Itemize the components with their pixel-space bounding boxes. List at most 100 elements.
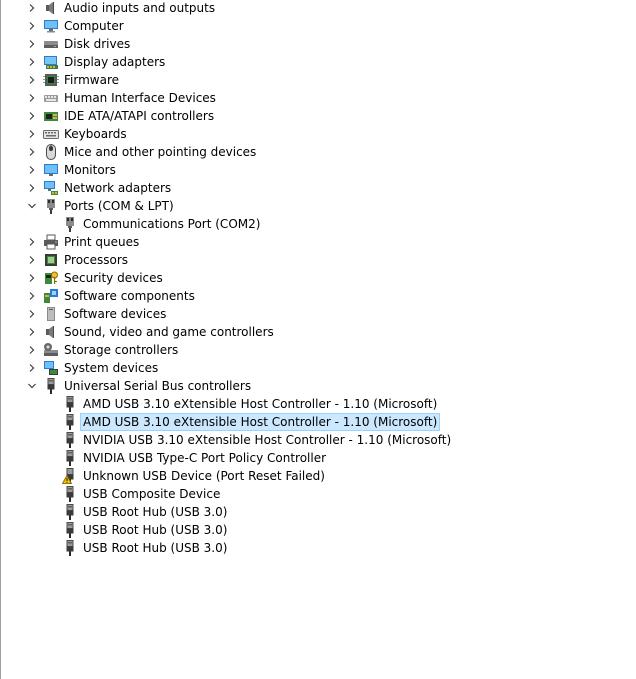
device-tree[interactable]: Audio inputs and outputs Computer Disk dri… xyxy=(0,0,636,557)
tree-device-item[interactable]: AMD USB 3.10 eXtensible Host Controller … xyxy=(0,395,636,413)
tree-category-label[interactable]: Universal Serial Bus controllers xyxy=(62,377,253,395)
tree-device-item[interactable]: AMD USB 3.10 eXtensible Host Controller … xyxy=(0,413,636,431)
tree-device-label[interactable]: USB Composite Device xyxy=(81,485,222,503)
chevron-right-icon[interactable] xyxy=(24,251,40,269)
tree-category-display-adapters[interactable]: Display adapters xyxy=(0,53,636,71)
port-icon xyxy=(43,198,59,214)
tree-category-label[interactable]: System devices xyxy=(62,359,160,377)
tree-category-software-devices[interactable]: Software devices xyxy=(0,305,636,323)
tree-category-network-adapters[interactable]: Network adapters xyxy=(0,179,636,197)
tree-device-label[interactable]: AMD USB 3.10 eXtensible Host Controller … xyxy=(79,413,441,431)
tree-category-print-queues[interactable]: Print queues xyxy=(0,233,636,251)
chevron-right-icon[interactable] xyxy=(24,287,40,305)
usb-icon xyxy=(62,432,78,448)
chevron-right-icon[interactable] xyxy=(24,143,40,161)
chevron-right-icon[interactable] xyxy=(24,17,40,35)
tree-category-label[interactable]: Storage controllers xyxy=(62,341,180,359)
tree-device-item[interactable]: NVIDIA USB 3.10 eXtensible Host Controll… xyxy=(0,431,636,449)
tree-category-universal-serial-bus-controllers[interactable]: Universal Serial Bus controllers xyxy=(0,377,636,395)
tree-device-label[interactable]: AMD USB 3.10 eXtensible Host Controller … xyxy=(81,395,439,413)
tree-category-label[interactable]: IDE ATA/ATAPI controllers xyxy=(62,107,216,125)
tree-category-computer[interactable]: Computer xyxy=(0,17,636,35)
ide-controller-icon xyxy=(43,108,59,124)
chevron-right-icon[interactable] xyxy=(24,179,40,197)
tree-category-label[interactable]: Firmware xyxy=(62,71,121,89)
tree-category-label[interactable]: Print queues xyxy=(62,233,141,251)
tree-category-label[interactable]: Mice and other pointing devices xyxy=(62,143,258,161)
tree-device-item[interactable]: USB Composite Device xyxy=(0,485,636,503)
chevron-right-icon[interactable] xyxy=(24,305,40,323)
tree-category-system-devices[interactable]: System devices xyxy=(0,359,636,377)
tree-category-label[interactable]: Security devices xyxy=(62,269,165,287)
tree-category-label[interactable]: Network adapters xyxy=(62,179,173,197)
tree-category-ports-com-lpt[interactable]: Ports (COM & LPT) xyxy=(0,197,636,215)
chevron-right-icon[interactable] xyxy=(24,323,40,341)
device-manager-tree-pane: Audio inputs and outputs Computer Disk dri… xyxy=(0,0,636,679)
software-device-icon xyxy=(43,306,59,322)
tree-device-item[interactable]: USB Root Hub (USB 3.0) xyxy=(0,503,636,521)
tree-category-audio-inputs-and-outputs[interactable]: Audio inputs and outputs xyxy=(0,0,636,17)
usb-icon xyxy=(62,450,78,466)
chevron-right-icon[interactable] xyxy=(24,359,40,377)
tree-device-item[interactable]: USB Root Hub (USB 3.0) xyxy=(0,539,636,557)
tree-category-security-devices[interactable]: Security devices xyxy=(0,269,636,287)
tree-device-label[interactable]: Communications Port (COM2) xyxy=(81,215,262,233)
usb-icon xyxy=(62,486,78,502)
tree-category-label[interactable]: Software devices xyxy=(62,305,168,323)
tree-device-item[interactable]: Communications Port (COM2) xyxy=(0,215,636,233)
tree-category-label[interactable]: Audio inputs and outputs xyxy=(62,0,217,17)
tree-category-disk-drives[interactable]: Disk drives xyxy=(0,35,636,53)
tree-device-label[interactable]: NVIDIA USB 3.10 eXtensible Host Controll… xyxy=(81,431,453,449)
tree-category-label[interactable]: Monitors xyxy=(62,161,118,179)
tree-category-label[interactable]: Processors xyxy=(62,251,130,269)
tree-category-monitors[interactable]: Monitors xyxy=(0,161,636,179)
software-component-icon xyxy=(43,288,59,304)
tree-category-label[interactable]: Display adapters xyxy=(62,53,167,71)
tree-category-human-interface-devices[interactable]: Human Interface Devices xyxy=(0,89,636,107)
tree-device-item[interactable]: NVIDIA USB Type-C Port Policy Controller xyxy=(0,449,636,467)
usb-warning-icon xyxy=(62,468,78,484)
chevron-right-icon[interactable] xyxy=(24,125,40,143)
tree-category-label[interactable]: Keyboards xyxy=(62,125,129,143)
chevron-down-icon[interactable] xyxy=(24,377,40,395)
tree-category-keyboards[interactable]: Keyboards xyxy=(0,125,636,143)
keyboard-icon xyxy=(43,126,59,142)
monitor-icon xyxy=(43,162,59,178)
tree-device-label[interactable]: Unknown USB Device (Port Reset Failed) xyxy=(81,467,327,485)
tree-category-processors[interactable]: Processors xyxy=(0,251,636,269)
tree-category-label[interactable]: Disk drives xyxy=(62,35,132,53)
firmware-icon xyxy=(43,72,59,88)
port-icon xyxy=(62,216,78,232)
usb-icon xyxy=(62,396,78,412)
chevron-right-icon[interactable] xyxy=(24,35,40,53)
chevron-right-icon[interactable] xyxy=(24,53,40,71)
chevron-right-icon[interactable] xyxy=(24,0,40,17)
chevron-right-icon[interactable] xyxy=(24,89,40,107)
chevron-right-icon[interactable] xyxy=(24,107,40,125)
tree-category-label[interactable]: Human Interface Devices xyxy=(62,89,218,107)
tree-device-item[interactable]: Unknown USB Device (Port Reset Failed) xyxy=(0,467,636,485)
tree-device-item[interactable]: USB Root Hub (USB 3.0) xyxy=(0,521,636,539)
tree-category-sound-video-and-game-controllers[interactable]: Sound, video and game controllers xyxy=(0,323,636,341)
tree-device-label[interactable]: USB Root Hub (USB 3.0) xyxy=(81,503,229,521)
tree-category-label[interactable]: Ports (COM & LPT) xyxy=(62,197,176,215)
tree-category-storage-controllers[interactable]: Storage controllers xyxy=(0,341,636,359)
tree-category-ide-ata-atapi-controllers[interactable]: IDE ATA/ATAPI controllers xyxy=(0,107,636,125)
chevron-right-icon[interactable] xyxy=(24,233,40,251)
chevron-right-icon[interactable] xyxy=(24,341,40,359)
tree-device-label[interactable]: USB Root Hub (USB 3.0) xyxy=(81,539,229,557)
tree-device-label[interactable]: NVIDIA USB Type-C Port Policy Controller xyxy=(81,449,328,467)
chevron-right-icon[interactable] xyxy=(24,161,40,179)
disk-drive-icon xyxy=(43,36,59,52)
tree-category-label[interactable]: Software components xyxy=(62,287,197,305)
tree-category-firmware[interactable]: Firmware xyxy=(0,71,636,89)
tree-device-label[interactable]: USB Root Hub (USB 3.0) xyxy=(81,521,229,539)
chevron-right-icon[interactable] xyxy=(24,269,40,287)
tree-category-label[interactable]: Computer xyxy=(62,17,126,35)
tree-category-label[interactable]: Sound, video and game controllers xyxy=(62,323,276,341)
hid-icon xyxy=(43,90,59,106)
tree-category-software-components[interactable]: Software components xyxy=(0,287,636,305)
tree-category-mice-and-other-pointing-devices[interactable]: Mice and other pointing devices xyxy=(0,143,636,161)
chevron-right-icon[interactable] xyxy=(24,71,40,89)
chevron-down-icon[interactable] xyxy=(24,197,40,215)
